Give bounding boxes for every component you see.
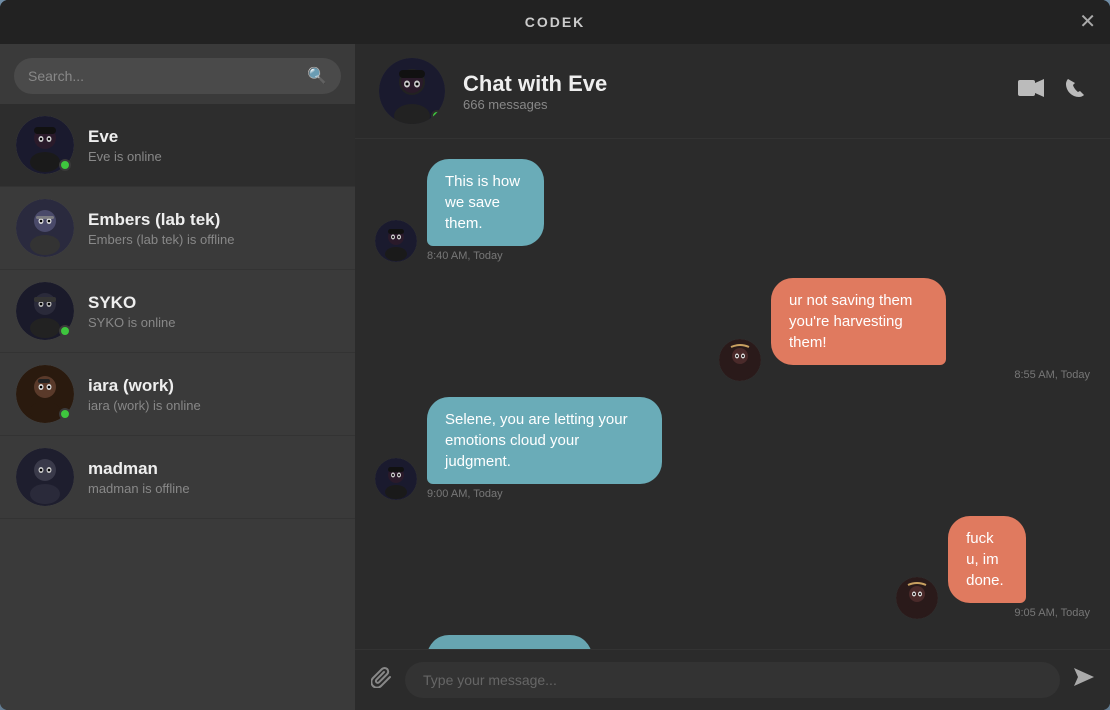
app-title: CODEK bbox=[525, 14, 586, 30]
send-icon bbox=[1072, 666, 1094, 688]
contact-name-eve: Eve bbox=[88, 127, 339, 147]
message-row-4: fuck u, im done. 9:05 AM, Today bbox=[375, 516, 1090, 619]
msg-avatar-2 bbox=[719, 339, 761, 381]
msg-time-3: 9:00 AM, Today bbox=[427, 488, 854, 500]
msg-time-4: 9:05 AM, Today bbox=[948, 607, 1090, 619]
message-row-2: ur not saving them you're harvesting the… bbox=[375, 278, 1090, 381]
close-button[interactable]: ✕ bbox=[1079, 12, 1096, 32]
title-bar: CODEK ✕ bbox=[0, 0, 1110, 44]
chat-header-online-dot bbox=[431, 110, 443, 122]
contact-status-syko: SYKO is online bbox=[88, 315, 339, 330]
contact-status-eve: Eve is online bbox=[88, 149, 339, 164]
contact-status-madman: madman is offline bbox=[88, 481, 339, 496]
avatar-wrap-iara bbox=[16, 365, 74, 423]
online-dot-eve bbox=[59, 159, 71, 171]
contact-info-eve: Eve Eve is online bbox=[88, 127, 339, 164]
search-wrap: 🔍 bbox=[14, 58, 341, 94]
msg-avatar-4 bbox=[896, 577, 938, 619]
search-bar: 🔍 bbox=[0, 44, 355, 104]
chat-header: Chat with Eve 666 messages bbox=[355, 44, 1110, 139]
msg-avatar-3 bbox=[375, 458, 417, 500]
msg-bubble-2: ur not saving them you're harvesting the… bbox=[771, 278, 946, 365]
contact-status-embers: Embers (lab tek) is offline bbox=[88, 232, 339, 247]
attach-icon bbox=[371, 666, 393, 688]
chat-header-icons bbox=[1018, 77, 1086, 105]
message-row-1: This is how we save them. 8:40 AM, Today bbox=[375, 159, 1090, 262]
contact-info-iara: iara (work) iara (work) is online bbox=[88, 376, 339, 413]
send-button[interactable] bbox=[1072, 666, 1094, 694]
chat-header-name: Chat with Eve bbox=[463, 71, 1000, 97]
video-call-button[interactable] bbox=[1018, 78, 1044, 104]
contact-status-iara: iara (work) is online bbox=[88, 398, 339, 413]
msg-bubble-1: This is how we save them. bbox=[427, 159, 544, 246]
avatar-embers bbox=[16, 199, 74, 257]
phone-call-button[interactable] bbox=[1064, 77, 1086, 105]
chat-area: Chat with Eve 666 messages bbox=[355, 44, 1110, 710]
msg-time-2: 8:55 AM, Today bbox=[771, 369, 1090, 381]
sidebar: 🔍 Eve Eve is online Embers (lab tek) E bbox=[0, 44, 355, 710]
message-row-5: And where exactly are you going to go? bbox=[375, 635, 1090, 649]
contact-item-syko[interactable]: SYKO SYKO is online bbox=[0, 270, 355, 353]
search-input[interactable] bbox=[28, 68, 307, 84]
contact-item-madman[interactable]: madman madman is offline bbox=[0, 436, 355, 519]
avatar-wrap-embers bbox=[16, 199, 74, 257]
chat-header-avatar bbox=[379, 58, 445, 124]
contact-item-iara[interactable]: iara (work) iara (work) is online bbox=[0, 353, 355, 436]
chat-header-info: Chat with Eve 666 messages bbox=[463, 71, 1000, 112]
message-row-3: Selene, you are letting your emotions cl… bbox=[375, 397, 1090, 500]
contact-info-embers: Embers (lab tek) Embers (lab tek) is off… bbox=[88, 210, 339, 247]
contact-item-eve[interactable]: Eve Eve is online bbox=[0, 104, 355, 187]
contact-info-madman: madman madman is offline bbox=[88, 459, 339, 496]
avatar-madman bbox=[16, 448, 74, 506]
message-input[interactable] bbox=[405, 662, 1060, 698]
msg-col-3: Selene, you are letting your emotions cl… bbox=[427, 397, 854, 500]
msg-col-4: fuck u, im done. 9:05 AM, Today bbox=[948, 516, 1090, 619]
chat-input-area bbox=[355, 649, 1110, 710]
attach-button[interactable] bbox=[371, 666, 393, 694]
avatar-wrap-eve bbox=[16, 116, 74, 174]
contact-name-syko: SYKO bbox=[88, 293, 339, 313]
msg-col-5: And where exactly are you going to go? bbox=[427, 635, 727, 649]
avatar-wrap-madman bbox=[16, 448, 74, 506]
video-icon bbox=[1018, 78, 1044, 98]
chat-header-count: 666 messages bbox=[463, 97, 1000, 112]
msg-col-2: ur not saving them you're harvesting the… bbox=[771, 278, 1090, 381]
main-area: 🔍 Eve Eve is online Embers (lab tek) E bbox=[0, 44, 1110, 710]
msg-bubble-4: fuck u, im done. bbox=[948, 516, 1026, 603]
contact-list: Eve Eve is online Embers (lab tek) Ember… bbox=[0, 104, 355, 710]
msg-col-1: This is how we save them. 8:40 AM, Today bbox=[427, 159, 639, 262]
contact-item-embers[interactable]: Embers (lab tek) Embers (lab tek) is off… bbox=[0, 187, 355, 270]
avatar-wrap-syko bbox=[16, 282, 74, 340]
msg-avatar-1 bbox=[375, 220, 417, 262]
contact-name-embers: Embers (lab tek) bbox=[88, 210, 339, 230]
msg-bubble-5: And where exactly are you going to go? bbox=[427, 635, 592, 649]
msg-time-1: 8:40 AM, Today bbox=[427, 250, 639, 262]
phone-icon bbox=[1064, 77, 1086, 99]
online-dot-iara bbox=[59, 408, 71, 420]
messages-area: This is how we save them. 8:40 AM, Today… bbox=[355, 139, 1110, 649]
contact-name-iara: iara (work) bbox=[88, 376, 339, 396]
online-dot-syko bbox=[59, 325, 71, 337]
msg-bubble-3: Selene, you are letting your emotions cl… bbox=[427, 397, 662, 484]
app-window: CODEK ✕ 🔍 Eve Eve is online bbox=[0, 0, 1110, 710]
contact-name-madman: madman bbox=[88, 459, 339, 479]
contact-info-syko: SYKO SYKO is online bbox=[88, 293, 339, 330]
search-icon: 🔍 bbox=[307, 66, 327, 86]
